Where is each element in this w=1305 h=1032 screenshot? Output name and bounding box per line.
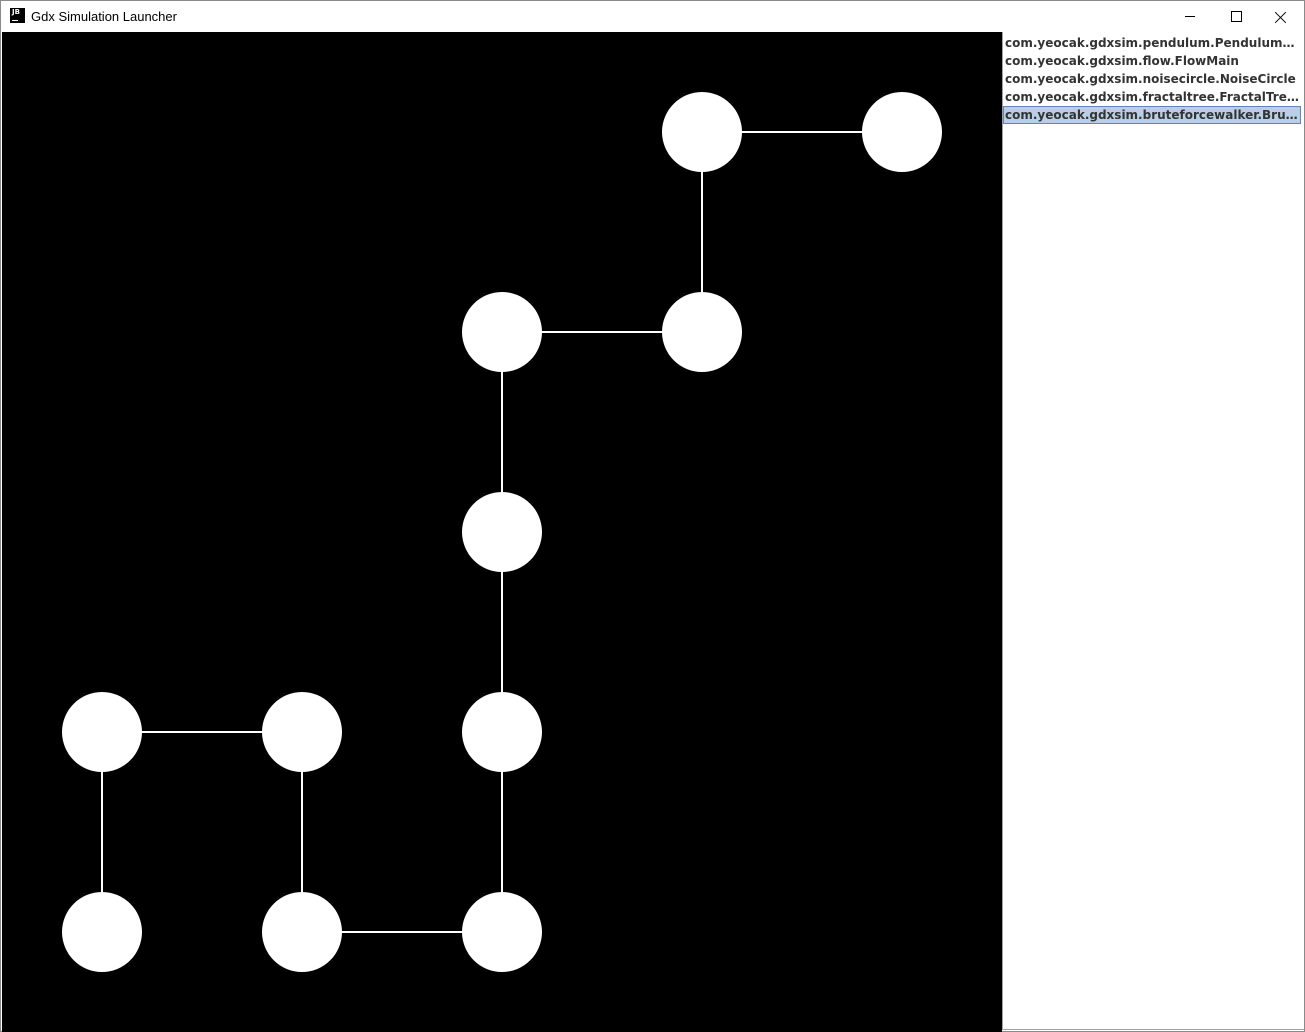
walker-node [462,492,542,572]
walker-node [462,692,542,772]
minimize-icon [1185,16,1195,17]
walker-node [862,92,942,172]
close-icon [1275,11,1287,23]
minimize-button[interactable] [1167,1,1213,32]
walker-node [462,892,542,972]
walker-node [62,692,142,772]
walker-node [662,92,742,172]
walker-node [662,292,742,372]
list-item-flow[interactable]: com.yeocak.gdxsim.flow.FlowMain [1003,52,1301,70]
app-window: JB Gdx Simulation Launcher com.yeocak.gd… [0,0,1305,1032]
jetbrains-jb-icon: JB [10,8,25,23]
list-item-pendulum[interactable]: com.yeocak.gdxsim.pendulum.PendulumMain [1003,34,1301,52]
simulation-list[interactable]: com.yeocak.gdxsim.pendulum.PendulumMain … [1002,32,1304,1030]
close-button[interactable] [1258,1,1304,32]
walker-node [462,292,542,372]
walker-node [262,692,342,772]
maximize-icon [1230,11,1242,22]
simulation-canvas[interactable] [2,32,1002,1032]
list-item-noisecircle[interactable]: com.yeocak.gdxsim.noisecircle.NoiseCircl… [1003,70,1301,88]
maximize-button[interactable] [1213,1,1259,32]
walker-node [262,892,342,972]
window-title: Gdx Simulation Launcher [31,9,177,24]
list-item-fractaltree[interactable]: com.yeocak.gdxsim.fractaltree.FractalTre… [1003,88,1301,106]
walker-drawing [62,92,942,972]
walker-node [62,892,142,972]
list-item-bruteforcewalker[interactable]: com.yeocak.gdxsim.bruteforcewalker.Brute… [1003,106,1301,124]
title-bar[interactable]: JB Gdx Simulation Launcher [1,1,1304,32]
